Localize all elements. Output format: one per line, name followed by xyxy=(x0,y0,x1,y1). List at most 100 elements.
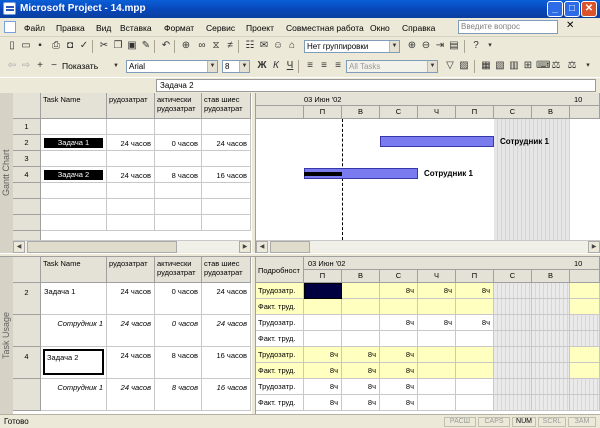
col-header-work[interactable]: рудозатрат xyxy=(107,257,155,283)
timephased-cell[interactable] xyxy=(532,283,570,299)
timephased-cell[interactable] xyxy=(570,283,600,299)
menu-view[interactable]: Вид xyxy=(96,23,111,33)
row-number[interactable]: 2 xyxy=(13,283,41,315)
active-cell[interactable]: Задача 2 xyxy=(43,349,104,375)
help-icon[interactable]: ? xyxy=(470,40,482,52)
autofilter-icon[interactable]: ▽ xyxy=(444,60,456,72)
menu-project[interactable]: Проект xyxy=(246,23,274,33)
print-preview-icon[interactable]: ◘ xyxy=(64,40,76,52)
select-all-corner[interactable] xyxy=(13,257,41,283)
entry-field[interactable]: Задача 2 xyxy=(156,79,596,92)
timephased-cell[interactable]: 8ч xyxy=(456,315,494,331)
link-tasks-icon[interactable]: ∞ xyxy=(196,40,208,52)
timephased-cell[interactable]: 8ч xyxy=(380,379,418,395)
show-dropdown-icon[interactable]: ▼ xyxy=(110,60,122,72)
indent-icon[interactable]: + xyxy=(34,60,46,72)
timephased-cell[interactable] xyxy=(532,363,570,379)
table-cell[interactable] xyxy=(41,119,107,135)
timephased-cell[interactable]: 8ч xyxy=(304,379,342,395)
analysis-icon[interactable]: ▥ xyxy=(508,60,520,72)
row-number[interactable]: 3 xyxy=(13,151,41,167)
task-name-cell[interactable]: Задача 2 xyxy=(41,167,107,183)
work-cell[interactable]: 24 часов xyxy=(107,135,155,151)
timephased-cell[interactable]: 8ч xyxy=(380,283,418,299)
scroll-thumb[interactable] xyxy=(27,241,177,253)
doc-close-icon[interactable]: ✕ xyxy=(566,20,574,31)
italic-button[interactable]: К xyxy=(270,60,282,72)
row-number[interactable] xyxy=(13,199,41,215)
table-cell[interactable] xyxy=(155,215,202,231)
resource-management-icon[interactable]: ▦ xyxy=(480,60,492,72)
timephased-cell[interactable]: 8ч xyxy=(380,315,418,331)
timephased-cell[interactable] xyxy=(342,283,380,299)
menu-help[interactable]: Справка xyxy=(402,23,435,33)
timephased-cell[interactable] xyxy=(456,299,494,315)
col-header-remaining-work[interactable]: став шиес рудозатрат xyxy=(202,93,251,119)
menu-file[interactable]: Файл xyxy=(24,23,45,33)
timephased-cell[interactable] xyxy=(456,347,494,363)
gantt-table-hscroll[interactable]: ◀ ▶ xyxy=(13,240,251,253)
work-cell[interactable]: 24 часов xyxy=(107,167,155,183)
timephased-cell[interactable]: 8ч xyxy=(304,363,342,379)
hyperlink-icon[interactable]: ⊕ xyxy=(180,40,192,52)
gantt-bar-task-1[interactable] xyxy=(380,136,494,147)
copy-picture-icon[interactable]: ▤ xyxy=(448,40,460,52)
timephased-cell[interactable] xyxy=(342,315,380,331)
toolbar-options-icon-2[interactable]: ▾ xyxy=(582,60,594,72)
timephased-cell[interactable]: 8ч xyxy=(304,347,342,363)
work-cell[interactable]: 24 часов xyxy=(107,315,155,347)
col-header-actual-work[interactable]: актически рудозатрат xyxy=(155,257,202,283)
task-name-cell[interactable]: Задача 2 xyxy=(41,347,107,379)
app-icon[interactable] xyxy=(3,2,16,15)
scroll-left-icon[interactable]: ◀ xyxy=(256,241,268,253)
align-right-icon[interactable]: ≡ xyxy=(332,60,344,72)
actual-work-cell[interactable]: 0 часов xyxy=(155,315,202,347)
table-cell[interactable] xyxy=(41,183,107,199)
remaining-work-cell[interactable]: 16 часов xyxy=(202,379,251,411)
col-header-work[interactable]: рудозатрат xyxy=(107,93,155,119)
actual-work-cell[interactable]: 8 часов xyxy=(155,347,202,379)
publish-icon[interactable]: ⌂ xyxy=(286,40,298,52)
zoom-in-icon[interactable]: ⊕ xyxy=(406,40,418,52)
row-number[interactable]: 1 xyxy=(13,119,41,135)
row-number[interactable] xyxy=(13,215,41,231)
format-painter-icon[interactable]: ✎ xyxy=(140,40,152,52)
network-icon[interactable]: ⊞ xyxy=(522,60,534,72)
timephased-cell[interactable] xyxy=(532,315,570,331)
assignment-name-cell[interactable]: Сотрудник 1 xyxy=(41,315,107,347)
outdent-icon[interactable]: − xyxy=(48,60,60,72)
menu-format[interactable]: Формат xyxy=(164,23,194,33)
align-left-icon[interactable]: ≡ xyxy=(304,60,316,72)
bold-button[interactable]: Ж xyxy=(256,60,268,72)
cut-icon[interactable]: ✂ xyxy=(98,40,110,52)
gantt-chart-hscroll[interactable]: ◀ ▶ xyxy=(256,240,600,253)
scroll-right-icon[interactable]: ▶ xyxy=(588,241,600,253)
timephased-cell[interactable] xyxy=(380,299,418,315)
timephased-cell[interactable]: 8ч xyxy=(418,315,456,331)
timephased-cell[interactable] xyxy=(494,283,532,299)
table-cell[interactable] xyxy=(202,199,251,215)
remaining-work-cell[interactable]: 24 часов xyxy=(202,283,251,315)
timephased-cell[interactable] xyxy=(494,395,532,411)
timephased-cell[interactable] xyxy=(494,379,532,395)
timephased-cell[interactable]: 8ч xyxy=(380,395,418,411)
new-icon[interactable]: ▯ xyxy=(6,40,18,52)
timephased-cell[interactable]: 8ч xyxy=(342,395,380,411)
timephased-cell[interactable]: 8ч xyxy=(380,347,418,363)
task-info-icon[interactable]: ☷ xyxy=(244,40,256,52)
arrow-left-icon[interactable]: ⇦ xyxy=(6,60,18,72)
table-cell[interactable] xyxy=(202,215,251,231)
timephased-cell[interactable] xyxy=(342,299,380,315)
table-cell[interactable] xyxy=(155,183,202,199)
actual-work-cell[interactable]: 0 часов xyxy=(155,283,202,315)
timephased-cell[interactable] xyxy=(418,379,456,395)
timephased-cell[interactable] xyxy=(494,331,532,347)
timephased-cell[interactable] xyxy=(494,347,532,363)
remaining-work-cell[interactable]: 16 часов xyxy=(202,167,251,183)
timephased-cell[interactable] xyxy=(418,299,456,315)
timephased-cell[interactable] xyxy=(304,315,342,331)
table-cell[interactable] xyxy=(41,199,107,215)
timephased-cell[interactable] xyxy=(570,315,600,331)
timephased-cell[interactable] xyxy=(418,347,456,363)
row-number[interactable] xyxy=(13,231,41,240)
